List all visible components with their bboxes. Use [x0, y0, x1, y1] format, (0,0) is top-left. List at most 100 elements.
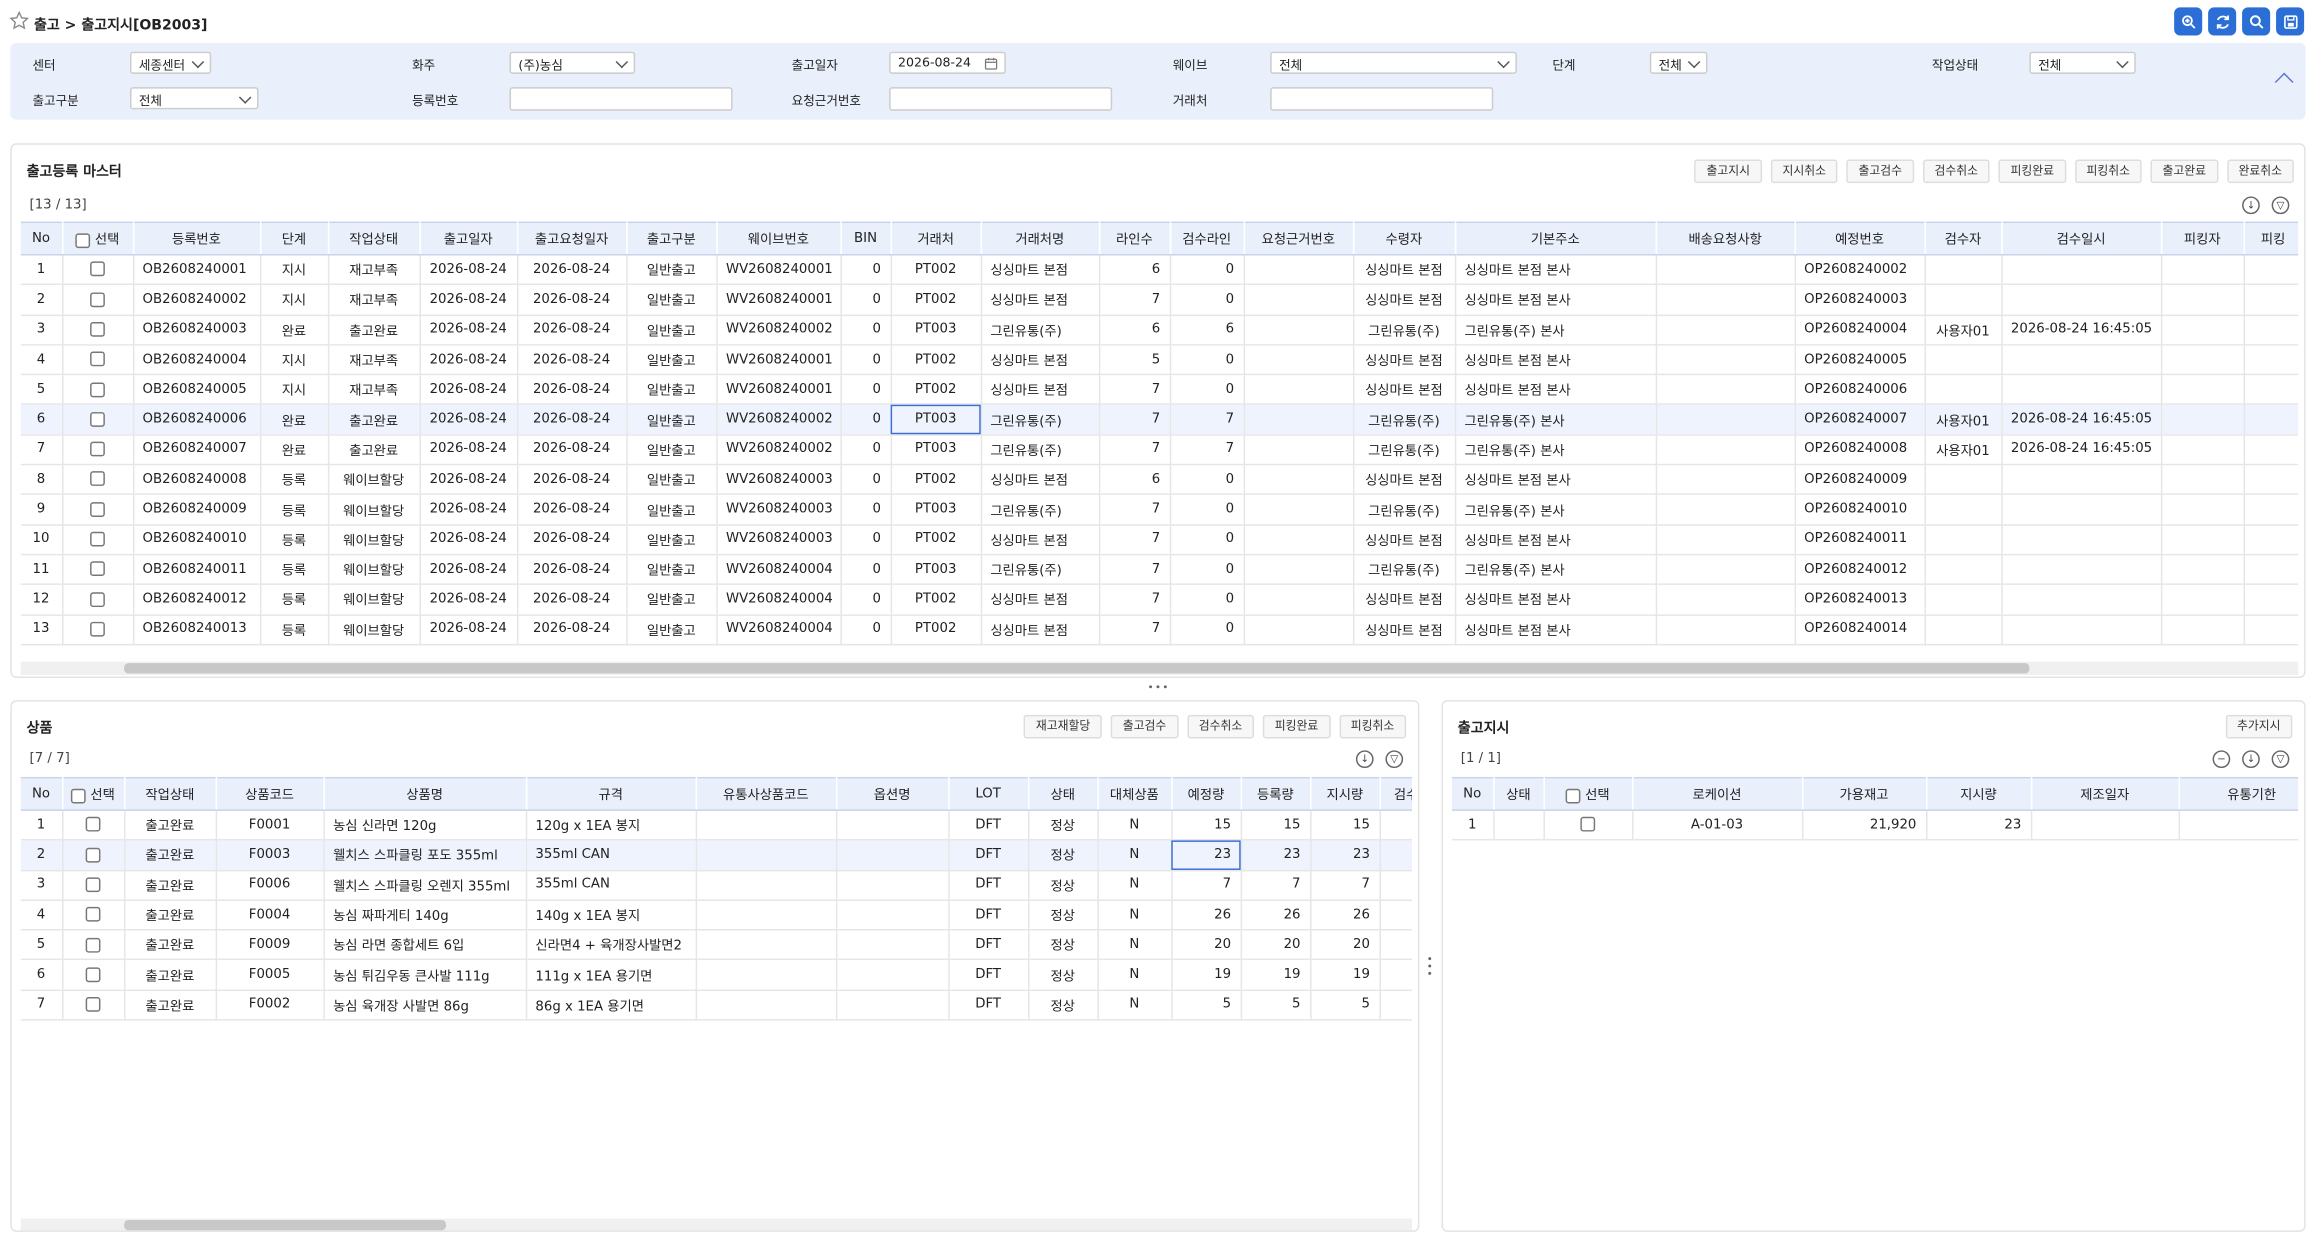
instructions-column-header[interactable]: No: [1451, 776, 1494, 811]
master-table-cell[interactable]: [2243, 554, 2299, 586]
instructions-table-cell[interactable]: [2030, 810, 2180, 841]
row-checkbox[interactable]: [90, 291, 105, 307]
master-table-cell[interactable]: [1655, 614, 1796, 646]
master-table-cell[interactable]: 싱싱마트 본점: [980, 524, 1100, 556]
products-table-cell[interactable]: DFT: [948, 900, 1029, 931]
master-table-cell[interactable]: 그린유통(주) 본사: [1454, 314, 1657, 346]
master-table-cell[interactable]: [1243, 584, 1354, 616]
master-table-cell[interactable]: 0: [840, 464, 892, 496]
master-table-cell[interactable]: 2026-08-24: [419, 374, 518, 406]
master-table-cell[interactable]: 0: [1169, 614, 1245, 646]
master-table-cell[interactable]: 싱싱마트 본점: [980, 464, 1100, 496]
master-column-header[interactable]: 배송요청사항: [1655, 221, 1796, 256]
master-table-cell[interactable]: 그린유통(주): [980, 314, 1100, 346]
master-table-cell[interactable]: [1243, 314, 1354, 346]
master-table-cell[interactable]: [2001, 494, 2162, 526]
row-checkbox[interactable]: [85, 817, 101, 833]
master-table-cell[interactable]: PT002: [890, 584, 982, 616]
master-table-cell[interactable]: OP2608240004: [1794, 314, 1926, 346]
master-table-cell[interactable]: 재고부족: [327, 284, 421, 316]
stage-select[interactable]: 전체: [1649, 51, 1708, 74]
products-column-header[interactable]: LOT: [948, 776, 1029, 811]
products-table-cell[interactable]: 출고완료: [124, 840, 217, 871]
master-table-cell[interactable]: [62, 614, 134, 646]
master-table-row[interactable]: 2 OB2608240002 지시 재고부족 2026-08-24 2026-08-24 일…: [20, 284, 2299, 316]
products-table-cell[interactable]: 1: [1379, 960, 1413, 991]
master-table-cell[interactable]: PT002: [890, 614, 982, 646]
master-table-cell[interactable]: WV2608240004: [716, 614, 842, 646]
master-table-cell[interactable]: [1655, 374, 1796, 406]
select-all-checkbox[interactable]: [71, 787, 86, 803]
master-column-header[interactable]: 라인수: [1098, 221, 1171, 256]
master-table-cell[interactable]: 일반출고: [626, 254, 718, 286]
master-table-cell[interactable]: [1655, 524, 1796, 556]
master-table-cell[interactable]: 7: [1098, 554, 1171, 586]
master-table-cell[interactable]: [2160, 374, 2245, 406]
master-column-header[interactable]: 출고일자: [419, 221, 518, 256]
master-column-header[interactable]: 거래처명: [980, 221, 1100, 256]
products-table-cell[interactable]: DFT: [948, 810, 1029, 841]
master-table-cell[interactable]: 완료: [259, 314, 329, 346]
reg-no-input[interactable]: [509, 87, 733, 111]
products-table-cell[interactable]: 웰치스 스파클링 오렌지 355ml: [323, 870, 527, 901]
master-table-cell[interactable]: [1655, 554, 1796, 586]
master-table-cell[interactable]: 7: [1169, 404, 1245, 436]
products-table-cell[interactable]: F0004: [215, 900, 325, 931]
master-table-cell[interactable]: 2026-08-24: [419, 254, 518, 286]
master-table-cell[interactable]: PT002: [890, 524, 982, 556]
master-column-header[interactable]: 기본주소: [1454, 221, 1657, 256]
products-table-cell[interactable]: [835, 960, 949, 991]
products-table-cell[interactable]: 정상: [1027, 810, 1099, 841]
master-table-cell[interactable]: [1243, 254, 1354, 286]
owner-select[interactable]: (주)농심: [509, 51, 636, 74]
instructions-column-header[interactable]: 유통기한: [2178, 776, 2299, 811]
master-table-cell[interactable]: [2160, 524, 2245, 556]
master-table-cell[interactable]: PT003: [890, 314, 982, 346]
products-table-cell[interactable]: [835, 840, 949, 871]
master-table-cell[interactable]: 0: [1169, 254, 1245, 286]
products-table-cell[interactable]: 6: [20, 960, 63, 991]
master-table-cell[interactable]: [1243, 284, 1354, 316]
master-table-cell[interactable]: 2026-08-24: [516, 404, 627, 436]
master-table-cell[interactable]: [1243, 374, 1354, 406]
products-action-button[interactable]: 재고재할당: [1024, 714, 1103, 739]
master-table-cell[interactable]: [1243, 614, 1354, 646]
products-table-cell[interactable]: [835, 930, 949, 961]
master-table-cell[interactable]: 2026-08-24: [419, 314, 518, 346]
master-table-cell[interactable]: OP2608240009: [1794, 464, 1926, 496]
master-table-cell[interactable]: [1924, 584, 2003, 616]
products-table-cell[interactable]: 신라면4 + 육개장사발면2: [525, 930, 697, 961]
master-table-cell[interactable]: 사용자01: [1924, 434, 2003, 466]
products-table-cell[interactable]: [695, 990, 837, 1021]
products-table-cell[interactable]: F0006: [215, 870, 325, 901]
products-table-cell[interactable]: F0003: [215, 840, 325, 871]
products-table-cell[interactable]: [62, 840, 125, 871]
master-table-cell[interactable]: [2243, 374, 2299, 406]
master-table-cell[interactable]: 사용자01: [1924, 404, 2003, 436]
instructions-table-cell[interactable]: 21,920: [1801, 810, 1927, 841]
products-table-cell[interactable]: 15: [1171, 810, 1242, 841]
master-table-cell[interactable]: 일반출고: [626, 554, 718, 586]
master-table-cell[interactable]: OB2608240011: [132, 554, 261, 586]
products-column-header[interactable]: 예정량: [1171, 776, 1242, 811]
products-table-cell[interactable]: 23: [1171, 840, 1242, 871]
products-table-cell[interactable]: 20: [1240, 930, 1311, 961]
master-table-cell[interactable]: WV2608240004: [716, 584, 842, 616]
select-all-checkbox[interactable]: [1565, 787, 1581, 803]
master-column-header[interactable]: 단계: [259, 221, 329, 256]
products-table-cell[interactable]: F0009: [215, 930, 325, 961]
master-table-cell[interactable]: [2243, 404, 2299, 436]
products-table-cell[interactable]: 20: [1310, 930, 1381, 961]
master-table-cell[interactable]: WV2608240002: [716, 404, 842, 436]
products-table-cell[interactable]: 26: [1240, 900, 1311, 931]
master-action-button[interactable]: 지시취소: [1770, 159, 1838, 184]
master-table-cell[interactable]: OB2608240005: [132, 374, 261, 406]
products-table-cell[interactable]: F0001: [215, 810, 325, 841]
master-table-cell[interactable]: 싱싱마트 본점 본사: [1454, 344, 1657, 376]
master-table-cell[interactable]: [1924, 284, 2003, 316]
work-status-select[interactable]: 전체: [2029, 51, 2136, 74]
master-table-cell[interactable]: 등록: [259, 464, 329, 496]
master-horizontal-scrollbar[interactable]: [20, 661, 2299, 675]
master-table-cell[interactable]: 5: [1098, 344, 1171, 376]
products-table-cell[interactable]: 정상: [1027, 870, 1099, 901]
